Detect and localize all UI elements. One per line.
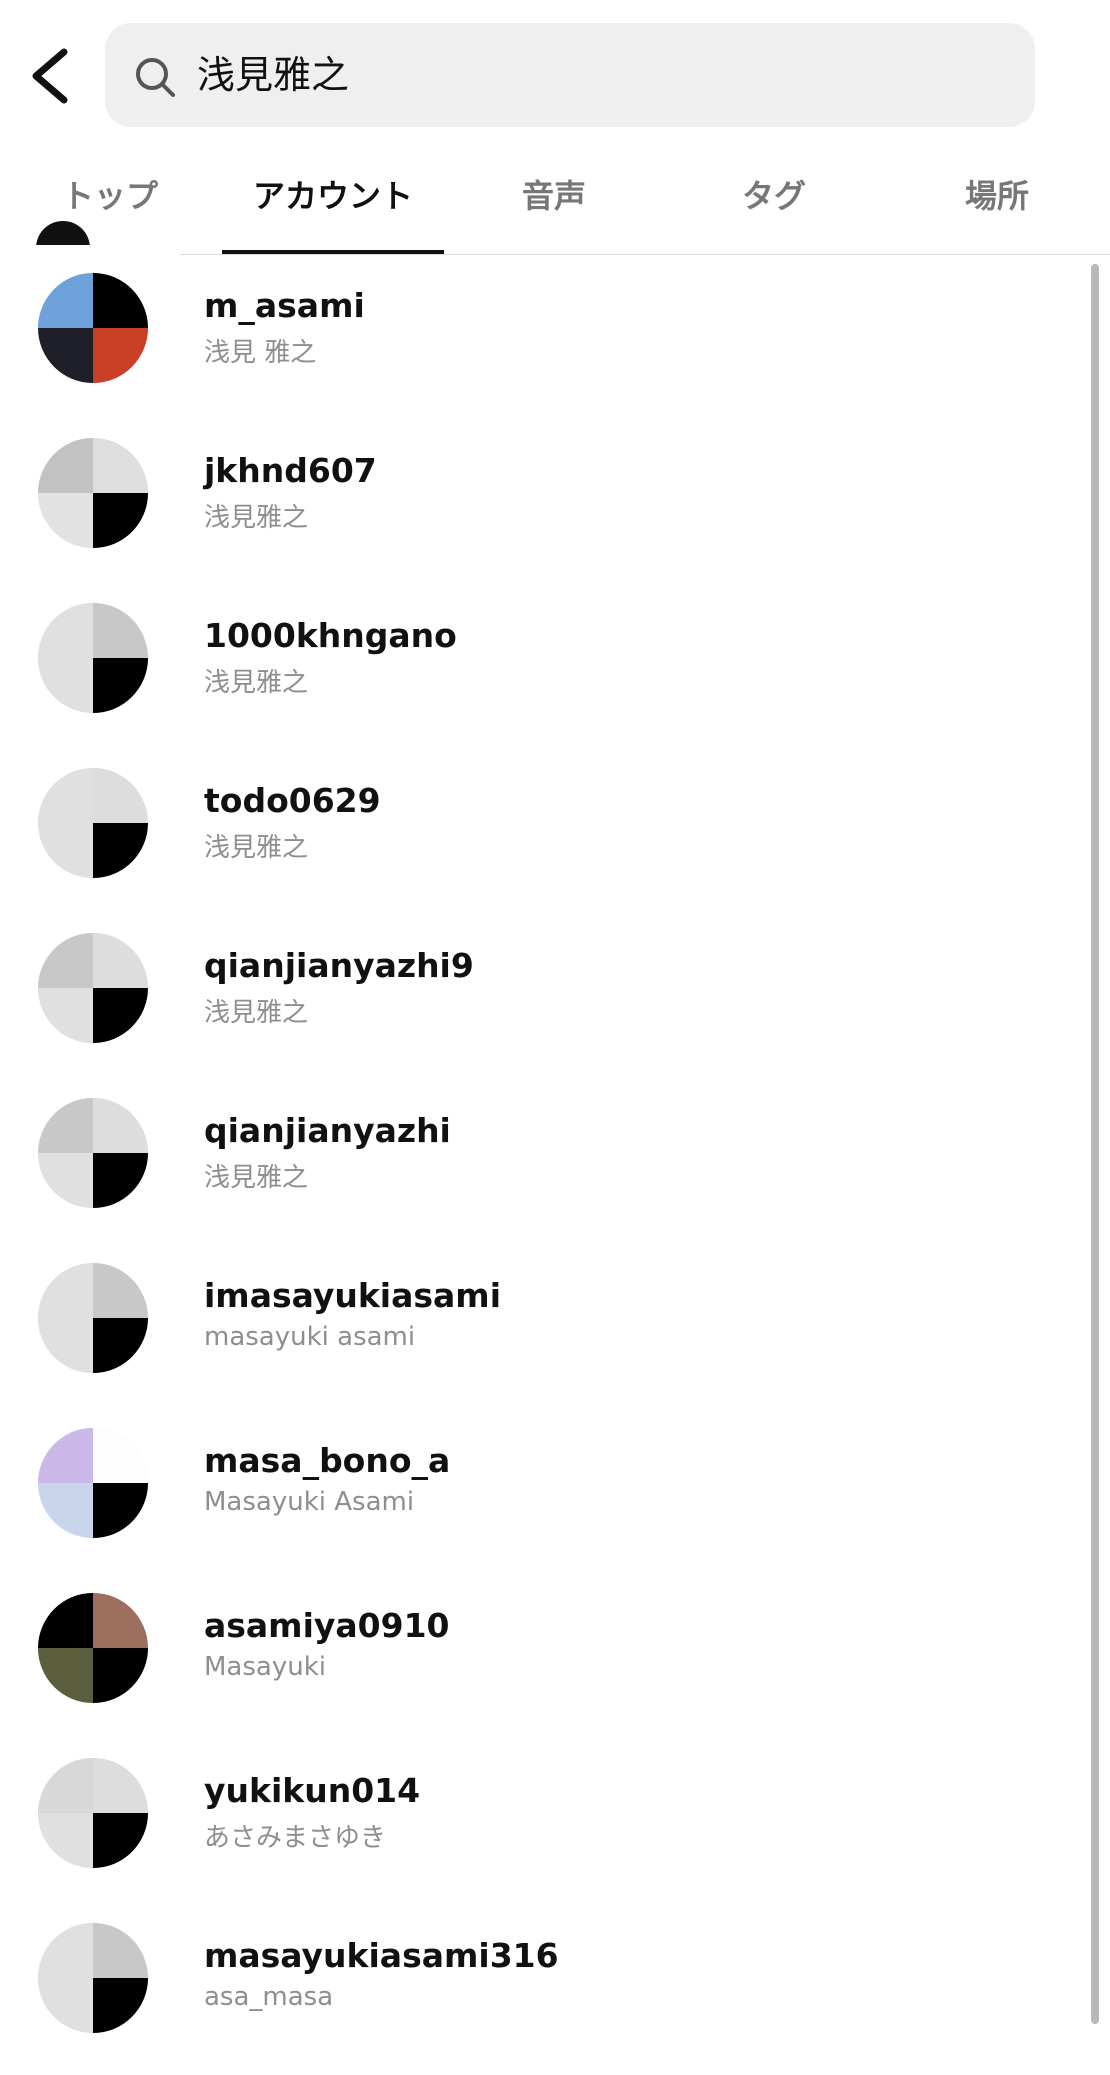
back-arrow-icon[interactable] (22, 40, 82, 110)
tab-top[interactable]: トップ (40, 150, 180, 255)
list-item[interactable]: asamiya0910 Masayuki (0, 1580, 1090, 1745)
avatar[interactable] (38, 1428, 148, 1538)
scrollbar[interactable] (1091, 264, 1099, 2024)
search-input[interactable]: 浅見雅之 (105, 23, 1035, 127)
full-name: あさみまさゆき (204, 1823, 387, 1853)
list-item[interactable]: masayukiasami316 asa_masa (0, 1910, 1090, 2075)
tab-bar: トップ アカウント 音声 タグ 場所 (0, 150, 1110, 255)
list-item[interactable]: masa_bono_a Masayuki Asami (0, 1415, 1090, 1580)
avatar[interactable] (38, 1593, 148, 1703)
avatar[interactable] (38, 933, 148, 1043)
username: yukikun014 (204, 1771, 421, 1810)
full-name: 浅見雅之 (204, 503, 309, 533)
username: m_asami (204, 286, 365, 325)
tab-audio[interactable]: 音声 (444, 150, 664, 255)
full-name: Masayuki (204, 1652, 326, 1682)
header: 浅見雅之 (0, 0, 1110, 150)
tab-places[interactable]: 場所 (884, 150, 1110, 255)
username: imasayukiasami (204, 1276, 501, 1315)
full-name: 浅見雅之 (204, 668, 309, 698)
full-name: 浅見雅之 (204, 998, 309, 1028)
full-name: 浅見 雅之 (204, 338, 317, 368)
full-name: Masayuki Asami (204, 1487, 415, 1517)
search-query: 浅見雅之 (197, 53, 350, 97)
avatar[interactable] (38, 1098, 148, 1208)
avatar[interactable] (38, 768, 148, 878)
avatar[interactable] (38, 1263, 148, 1373)
username: qianjianyazhi9 (204, 946, 474, 985)
avatar[interactable] (38, 438, 148, 548)
full-name: 浅見雅之 (204, 1163, 309, 1193)
tab-divider (180, 254, 1110, 255)
full-name: asa_masa (204, 1982, 334, 2012)
tab-tags[interactable]: タグ (664, 150, 884, 255)
username: todo0629 (204, 781, 381, 820)
avatar[interactable] (38, 1923, 148, 2033)
username: qianjianyazhi (204, 1111, 451, 1150)
list-item[interactable]: jkhnd607 浅見雅之 (0, 425, 1090, 590)
avatar[interactable] (38, 273, 148, 383)
list-item[interactable]: 1000khngano 浅見雅之 (0, 590, 1090, 755)
list-item[interactable]: qianjianyazhi9 浅見雅之 (0, 920, 1090, 1085)
username: asamiya0910 (204, 1606, 450, 1645)
search-icon (136, 58, 175, 97)
username: jkhnd607 (204, 451, 377, 490)
avatar[interactable] (38, 1758, 148, 1868)
username: masayukiasami316 (204, 1936, 559, 1975)
list-item[interactable]: todo0629 浅見雅之 (0, 755, 1090, 920)
username: masa_bono_a (204, 1441, 451, 1480)
tab-accounts[interactable]: アカウント (222, 150, 444, 255)
list-item[interactable]: qianjianyazhi 浅見雅之 (0, 1085, 1090, 1250)
username: 1000khngano (204, 616, 457, 655)
full-name: 浅見雅之 (204, 833, 309, 863)
list-item[interactable]: yukikun014 あさみまさゆき (0, 1745, 1090, 1910)
list-item[interactable]: imasayukiasami masayuki asami (0, 1250, 1090, 1415)
full-name: masayuki asami (204, 1322, 416, 1352)
avatar[interactable] (38, 603, 148, 713)
list-item[interactable]: m_asami 浅見 雅之 (0, 260, 1090, 425)
